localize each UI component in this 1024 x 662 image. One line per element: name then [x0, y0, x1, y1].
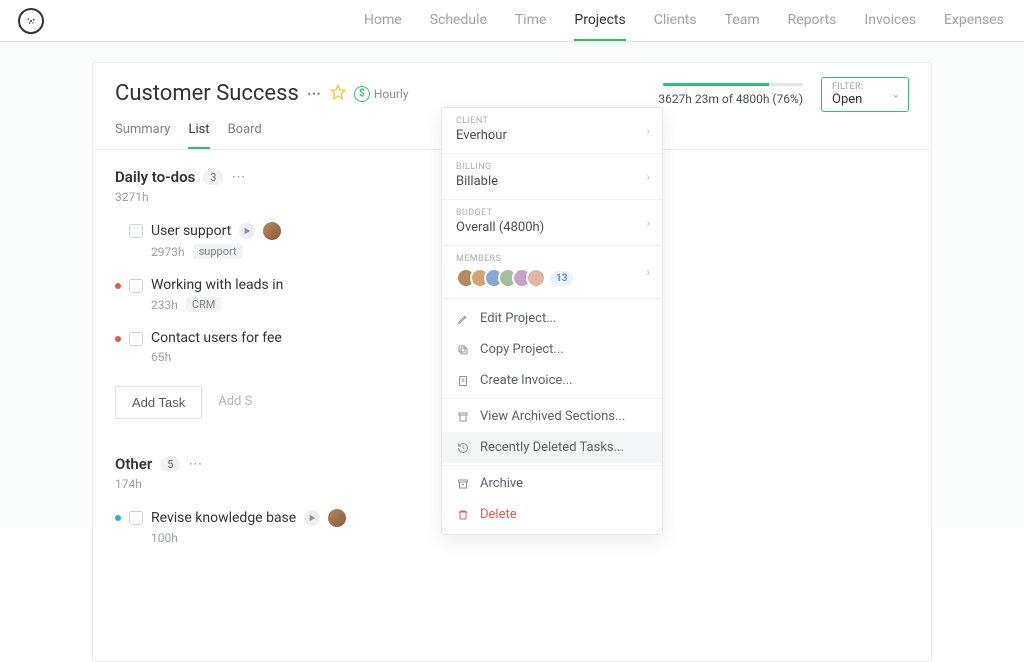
- panel-members-row[interactable]: MEMBERS 13 ›: [442, 246, 662, 299]
- app-logo[interactable]: [18, 8, 44, 34]
- section-title: Daily to-dos: [115, 168, 195, 186]
- action-delete-label: Delete: [480, 507, 517, 522]
- panel-budget-row[interactable]: BUDGET Overall (4800h) ›: [442, 200, 662, 246]
- tab-summary[interactable]: Summary: [115, 122, 170, 149]
- section-count: 3: [203, 170, 223, 185]
- panel-members-label: MEMBERS: [456, 254, 648, 264]
- panel-billing-label: BILLING: [456, 162, 648, 172]
- assignee-avatar: [263, 222, 281, 240]
- play-icon[interactable]: [304, 510, 320, 526]
- chevron-right-icon: ›: [646, 170, 650, 184]
- priority-dot: [115, 515, 121, 521]
- task-title: User support: [151, 223, 231, 239]
- filter-value: Open: [832, 92, 880, 107]
- nav-item-schedule[interactable]: Schedule: [430, 1, 487, 41]
- task-duration: 100h: [151, 531, 178, 545]
- separator: [442, 398, 662, 399]
- panel-billing-value: Billable: [456, 174, 648, 189]
- panel-client-value: Everhour: [456, 128, 648, 143]
- action-edit-label: Edit Project...: [480, 311, 556, 326]
- play-icon[interactable]: [239, 223, 255, 239]
- task-duration: 2973h: [151, 245, 185, 259]
- section-title: Other: [115, 455, 152, 473]
- dollar-icon: $: [354, 86, 370, 102]
- task-title: Working with leads in: [151, 277, 283, 293]
- action-edit-project[interactable]: Edit Project...: [442, 303, 662, 334]
- billing-type-label: Hourly: [374, 87, 409, 101]
- panel-budget-value: Overall (4800h): [456, 220, 648, 235]
- nav-item-reports[interactable]: Reports: [788, 1, 837, 41]
- panel-client-label: CLIENT: [456, 116, 648, 126]
- chevron-down-icon: ⌄: [892, 89, 900, 100]
- priority-dot: [115, 283, 121, 289]
- filter-select[interactable]: FILTER: Open ⌄: [821, 77, 909, 112]
- history-icon: [456, 442, 470, 454]
- project-menu-trigger[interactable]: ⋯: [307, 86, 322, 102]
- panel-client-row[interactable]: CLIENT Everhour ›: [442, 108, 662, 154]
- action-copy-label: Copy Project...: [480, 342, 564, 357]
- section-count: 5: [160, 457, 180, 472]
- panel-billing-row[interactable]: BILLING Billable ›: [442, 154, 662, 200]
- trash-icon: [456, 509, 470, 521]
- task-title: Contact users for fee: [151, 330, 282, 346]
- member-avatar: [526, 268, 546, 288]
- tab-board[interactable]: Board: [228, 122, 262, 149]
- task-tag: support: [193, 244, 243, 259]
- star-icon[interactable]: [330, 84, 346, 104]
- archive-icon: [456, 478, 470, 490]
- assignee-avatar: [328, 509, 346, 527]
- chevron-right-icon: ›: [646, 216, 650, 230]
- section-menu-trigger[interactable]: ⋯: [231, 169, 245, 185]
- task-duration: 233h: [151, 298, 178, 312]
- action-copy-project[interactable]: Copy Project...: [442, 334, 662, 365]
- copy-icon: [456, 344, 470, 356]
- priority-dot: [115, 336, 121, 342]
- billing-type-chip: $ Hourly: [354, 86, 409, 102]
- action-create-invoice[interactable]: Create Invoice...: [442, 365, 662, 396]
- action-archive-label: Archive: [480, 476, 523, 491]
- archive-view-icon: [456, 411, 470, 423]
- action-archive[interactable]: Archive: [442, 468, 662, 499]
- action-view-archived-sections[interactable]: View Archived Sections...: [442, 401, 662, 432]
- nav-item-team[interactable]: Team: [725, 1, 760, 41]
- task-duration: 65h: [151, 350, 171, 364]
- task-checkbox[interactable]: [129, 511, 143, 525]
- separator: [442, 465, 662, 466]
- nav-item-home[interactable]: Home: [364, 1, 402, 41]
- task-checkbox[interactable]: [129, 224, 143, 238]
- chevron-right-icon: ›: [646, 124, 650, 138]
- task-title: Revise knowledge base: [151, 510, 296, 526]
- tab-list[interactable]: List: [188, 122, 209, 149]
- add-task-button[interactable]: Add Task: [115, 386, 202, 419]
- project-menu-panel: CLIENT Everhour › BILLING Billable › BUD…: [441, 107, 663, 535]
- action-deleted-label: Recently Deleted Tasks...: [480, 440, 624, 455]
- action-archived-label: View Archived Sections...: [480, 409, 625, 424]
- progress-summary: 3627h 23m of 4800h (76%): [658, 83, 803, 106]
- pencil-icon: [456, 313, 470, 325]
- section-menu-trigger[interactable]: ⋯: [188, 456, 202, 472]
- task-checkbox[interactable]: [129, 279, 143, 293]
- invoice-icon: [456, 375, 470, 387]
- member-extra-count: 13: [550, 271, 573, 286]
- nav-item-expenses[interactable]: Expenses: [944, 1, 1004, 41]
- nav-item-invoices[interactable]: Invoices: [864, 1, 916, 41]
- nav-item-clients[interactable]: Clients: [654, 1, 697, 41]
- action-invoice-label: Create Invoice...: [480, 373, 573, 388]
- task-checkbox[interactable]: [129, 332, 143, 346]
- nav-item-projects[interactable]: Projects: [574, 1, 625, 41]
- nav-item-time[interactable]: Time: [515, 1, 546, 41]
- task-tag: CRM: [186, 297, 222, 312]
- chevron-right-icon: ›: [646, 265, 650, 279]
- action-recently-deleted-tasks[interactable]: Recently Deleted Tasks...: [442, 432, 662, 463]
- project-title: Customer Success: [115, 81, 299, 106]
- filter-label: FILTER:: [832, 82, 880, 92]
- progress-text: 3627h 23m of 4800h (76%): [658, 92, 803, 106]
- action-delete[interactable]: Delete: [442, 499, 662, 530]
- add-section-button[interactable]: Add S: [214, 386, 256, 419]
- panel-budget-label: BUDGET: [456, 208, 648, 218]
